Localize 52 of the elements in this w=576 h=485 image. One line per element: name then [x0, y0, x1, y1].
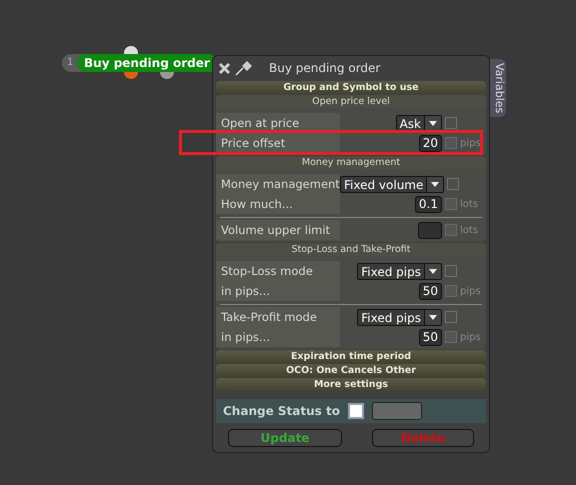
input-port[interactable]: [124, 46, 138, 54]
field-label: in pips...: [216, 327, 340, 347]
number-field[interactable]: 20: [418, 134, 442, 152]
section-header[interactable]: Expiration time period: [216, 350, 486, 363]
number-field[interactable]: 50: [418, 328, 442, 346]
section-header[interactable]: Stop-Loss and Take-Profit: [216, 243, 486, 256]
section-header[interactable]: Money management: [216, 156, 486, 169]
output-port[interactable]: [124, 72, 138, 79]
checkbox[interactable]: [348, 403, 364, 419]
checkbox[interactable]: [445, 137, 457, 149]
field-label: Price offset: [216, 133, 340, 153]
status-field[interactable]: [372, 402, 422, 420]
dropdown[interactable]: Fixed pips: [357, 308, 442, 326]
pin-icon[interactable]: [235, 60, 253, 76]
caret-icon: [429, 314, 437, 320]
field-label: How much...: [216, 194, 340, 214]
caret-icon: [431, 182, 440, 186]
section-header[interactable]: Open price level: [216, 95, 486, 108]
variables-tab[interactable]: Variables: [490, 59, 506, 118]
panel-title: Buy pending order: [269, 61, 380, 75]
checkbox[interactable]: [445, 285, 457, 297]
section-header[interactable]: OCO: One Cancels Other: [216, 364, 486, 377]
dropdown[interactable]: Fixed volume: [340, 176, 444, 192]
caret-icon: [429, 268, 437, 274]
checkbox[interactable]: [447, 178, 460, 190]
unit-label: lots: [460, 198, 480, 210]
checkbox[interactable]: [445, 224, 457, 236]
close-icon[interactable]: [218, 62, 231, 74]
dropdown[interactable]: Ask: [396, 114, 442, 132]
checkbox[interactable]: [445, 265, 457, 277]
section-header[interactable]: More settings: [216, 378, 486, 391]
checkbox[interactable]: [445, 311, 457, 323]
dropdown[interactable]: Fixed pips: [357, 262, 442, 280]
field-label: in pips...: [216, 281, 340, 301]
status-label: Change Status to: [223, 404, 340, 418]
field-label: Money management: [216, 174, 340, 194]
output-port[interactable]: [160, 72, 174, 79]
field-label: Take-Profit mode: [216, 307, 340, 327]
number-field[interactable]: [418, 222, 442, 238]
field-label: Volume upper limit: [216, 220, 340, 240]
checkbox[interactable]: [445, 331, 457, 343]
unit-label: pips: [460, 286, 482, 296]
field-label: Stop-Loss mode: [216, 261, 340, 281]
unit-label: lots: [460, 224, 480, 236]
section-header[interactable]: Group and Symbol to use: [216, 81, 486, 94]
caret-icon: [429, 120, 437, 126]
checkbox[interactable]: [445, 117, 457, 129]
unit-label: pips: [460, 138, 482, 148]
checkbox[interactable]: [445, 198, 457, 210]
number-field[interactable]: 50: [418, 282, 442, 300]
number-field[interactable]: 0.1: [414, 196, 442, 212]
unit-label: pips: [460, 332, 482, 342]
